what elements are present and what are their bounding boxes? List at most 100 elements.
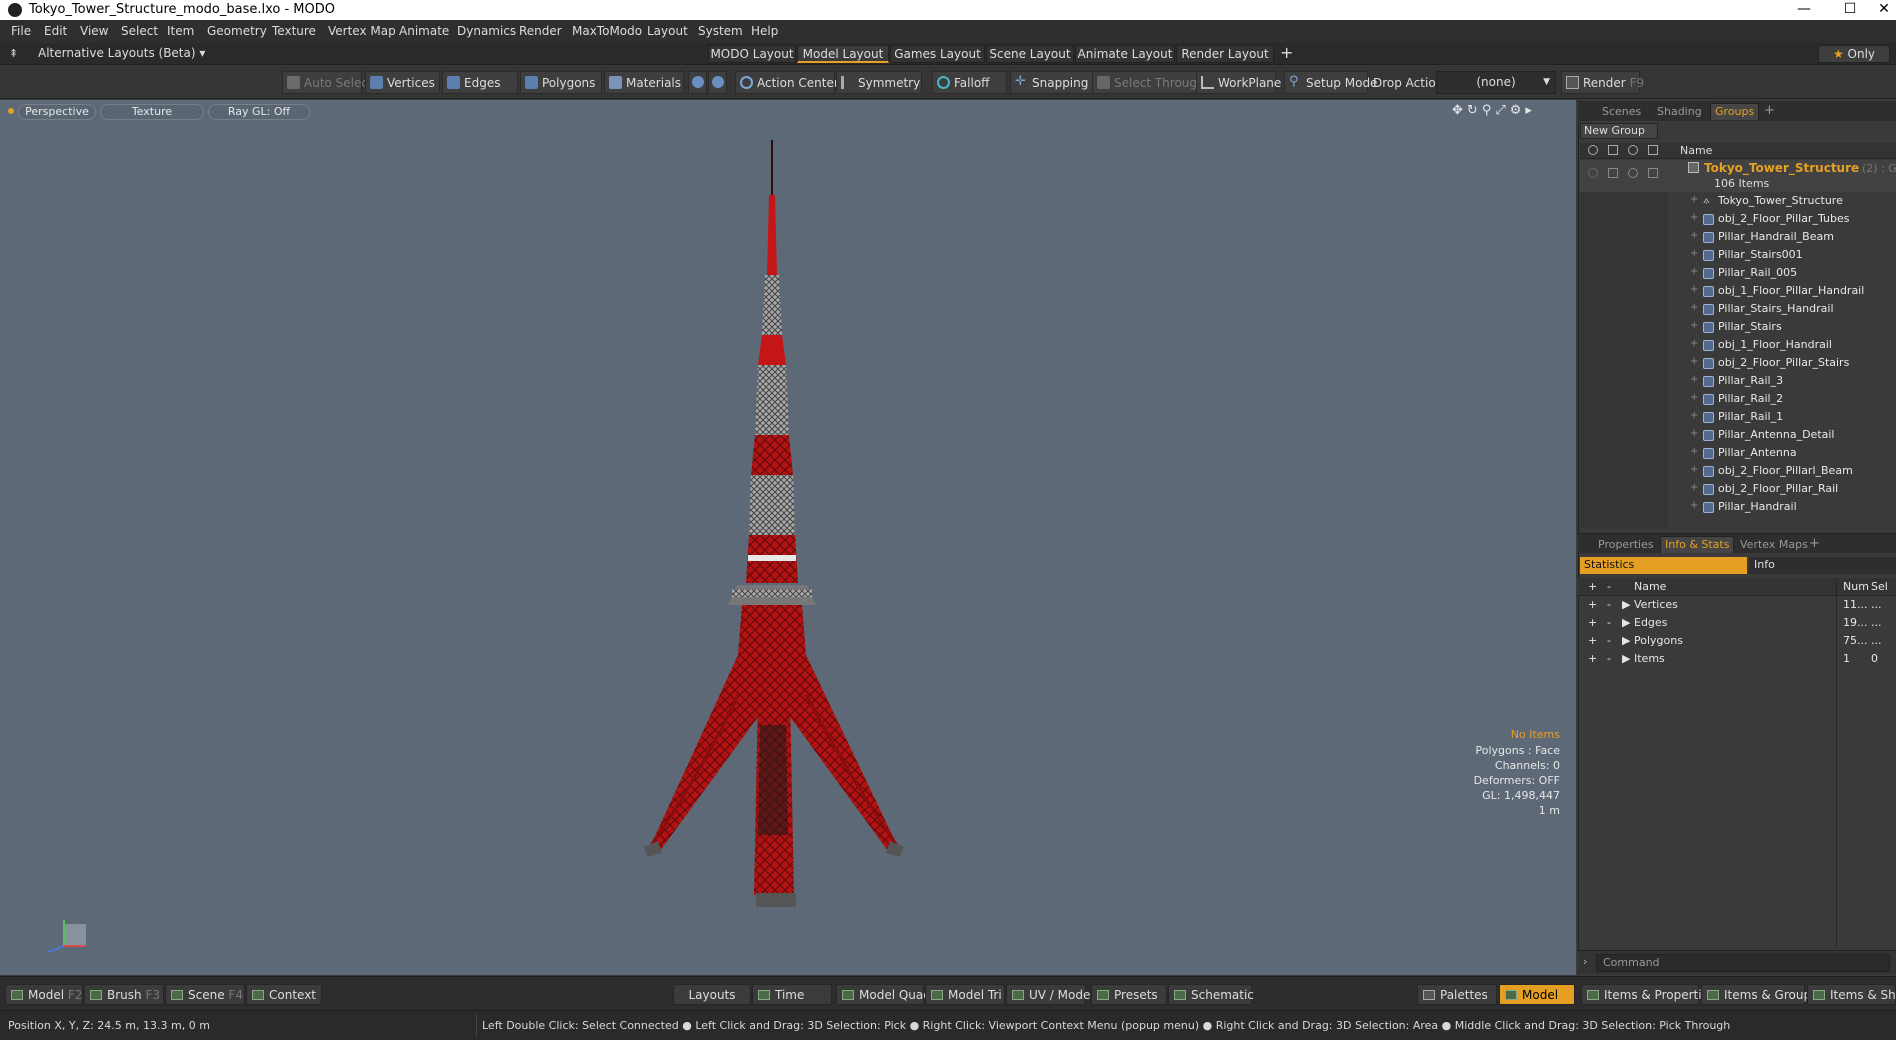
- select-mode-b-button[interactable]: [708, 71, 727, 94]
- group-select-icon[interactable]: [1628, 168, 1638, 178]
- setup-mode-button[interactable]: ⚲ Setup Mode: [1284, 71, 1377, 94]
- menu-render[interactable]: Render: [519, 24, 562, 38]
- stats-row[interactable]: + - ▶ Polygons 75......: [1578, 632, 1896, 650]
- zoom-view-icon[interactable]: ⚲: [1482, 103, 1496, 118]
- menu-animate[interactable]: Animate: [399, 24, 449, 38]
- stats-row[interactable]: + - ▶ Edges 19......: [1578, 614, 1896, 632]
- palettes-button[interactable]: Palettes: [1417, 984, 1497, 1005]
- expand-icon[interactable]: +: [1690, 356, 1698, 367]
- tab-schematic[interactable]: Schematic: [1168, 984, 1254, 1005]
- perspective-button[interactable]: Perspective: [18, 104, 96, 120]
- tab-model-tri[interactable]: Model Tri: [925, 984, 1005, 1005]
- expand-icon[interactable]: +: [1690, 248, 1698, 259]
- remove-stat-icon[interactable]: -: [1607, 616, 1611, 629]
- menu-layout[interactable]: Layout: [647, 24, 688, 38]
- remove-stat-icon[interactable]: -: [1607, 598, 1611, 611]
- menu-select[interactable]: Select: [121, 24, 158, 38]
- add-tab-button[interactable]: +: [1764, 103, 1775, 120]
- tab-properties[interactable]: Properties: [1598, 537, 1654, 554]
- tab-layouts[interactable]: Layouts: [673, 984, 751, 1005]
- group-row[interactable]: Tokyo_Tower_Structure (2) : Gr 106 Items: [1580, 160, 1896, 192]
- collapse-all-icon[interactable]: -: [1607, 580, 1611, 593]
- command-input[interactable]: Command: [1596, 954, 1890, 972]
- tab-items-groups[interactable]: Items & Groups: [1701, 984, 1817, 1005]
- expand-icon[interactable]: +: [1690, 464, 1698, 475]
- rotate-view-icon[interactable]: ↻: [1467, 103, 1482, 118]
- tab-model-active[interactable]: Model: [1499, 984, 1575, 1005]
- menu-view[interactable]: View: [80, 24, 108, 38]
- expand-icon[interactable]: +: [1690, 320, 1698, 331]
- remove-stat-icon[interactable]: -: [1607, 634, 1611, 647]
- tokyo-tower-model[interactable]: [640, 135, 940, 915]
- tab-scene[interactable]: Scene F4: [165, 984, 245, 1005]
- menu-dynamics[interactable]: Dynamics: [457, 24, 516, 38]
- falloff-button[interactable]: Falloff: [932, 71, 1007, 94]
- expand-icon[interactable]: +: [1690, 374, 1698, 385]
- action-center-button[interactable]: Action Center: [735, 71, 839, 94]
- add-props-tab-button[interactable]: +: [1809, 536, 1820, 553]
- fit-view-icon[interactable]: ⤢: [1495, 103, 1509, 118]
- auto-select-button[interactable]: Auto Select: [282, 71, 373, 94]
- lock-column-icon[interactable]: [1608, 145, 1618, 155]
- expand-icon[interactable]: +: [1690, 338, 1698, 349]
- select-mode-a-button[interactable]: [688, 71, 707, 94]
- select-column-icon[interactable]: [1628, 145, 1638, 155]
- add-stat-icon[interactable]: +: [1588, 652, 1597, 665]
- only-toggle[interactable]: ★ Only: [1818, 45, 1890, 63]
- expand-all-icon[interactable]: +: [1588, 580, 1597, 593]
- tab-model-layout[interactable]: Model Layout: [797, 45, 889, 63]
- tab-uv-model[interactable]: UV / Model: [1006, 984, 1094, 1005]
- gear-icon[interactable]: ⚙: [1510, 103, 1526, 118]
- menu-texture[interactable]: Texture: [272, 24, 316, 38]
- minimize-button[interactable]: —: [1781, 0, 1827, 20]
- menu-maxtomodo[interactable]: MaxToModo: [572, 24, 642, 38]
- expand-stat-icon[interactable]: ▶: [1622, 616, 1630, 629]
- symmetry-button[interactable]: Symmetry: [836, 71, 922, 94]
- viewport-options-icon[interactable]: [8, 108, 14, 114]
- drop-action-select[interactable]: (none) ▼: [1436, 71, 1556, 94]
- menu-geometry[interactable]: Geometry: [207, 24, 267, 38]
- subtab-info[interactable]: Info: [1749, 557, 1896, 574]
- menu-system[interactable]: System: [698, 24, 743, 38]
- polygons-button[interactable]: Polygons: [520, 71, 602, 94]
- workplane-button[interactable]: WorkPlane: [1196, 71, 1281, 94]
- add-stat-icon[interactable]: +: [1588, 598, 1597, 611]
- add-layout-button[interactable]: +: [1280, 43, 1293, 62]
- edges-button[interactable]: Edges: [442, 71, 518, 94]
- tab-items-shading[interactable]: Items & Shadi: [1807, 984, 1896, 1005]
- render-column-icon[interactable]: [1648, 145, 1658, 155]
- expand-icon[interactable]: +: [1690, 482, 1698, 493]
- expand-icon[interactable]: +: [1690, 446, 1698, 457]
- tab-items-properties[interactable]: Items & Properties: [1581, 984, 1715, 1005]
- tab-vertex-maps[interactable]: Vertex Maps: [1740, 537, 1808, 554]
- expand-stat-icon[interactable]: ▶: [1622, 634, 1630, 647]
- expand-icon[interactable]: +: [1690, 266, 1698, 277]
- expand-icon[interactable]: +: [1690, 428, 1698, 439]
- move-view-icon[interactable]: ✥: [1452, 103, 1467, 118]
- tab-groups[interactable]: Groups: [1710, 103, 1760, 120]
- tab-scenes[interactable]: Scenes: [1602, 104, 1641, 121]
- texture-button[interactable]: Texture: [100, 104, 204, 120]
- stats-row[interactable]: + - ▶ Items 1 0: [1578, 650, 1896, 668]
- menu-vertex-map[interactable]: Vertex Map: [328, 24, 396, 38]
- eye-column-icon[interactable]: [1588, 145, 1598, 155]
- maximize-button[interactable]: ☐: [1827, 0, 1873, 20]
- new-group-button[interactable]: New Group: [1580, 123, 1658, 139]
- tab-render-layout[interactable]: Render Layout: [1176, 45, 1274, 63]
- expand-icon[interactable]: +: [1690, 284, 1698, 295]
- subtab-statistics[interactable]: Statistics: [1580, 557, 1747, 574]
- select-through-button[interactable]: Select Through: [1092, 71, 1205, 94]
- raygl-button[interactable]: Ray GL: Off: [208, 104, 310, 120]
- expand-arrow-icon[interactable]: ▸: [1525, 103, 1536, 118]
- tab-time[interactable]: Time: [752, 984, 832, 1005]
- tab-model-quad[interactable]: Model Quad: [836, 984, 931, 1005]
- expand-icon[interactable]: +: [1690, 302, 1698, 313]
- add-stat-icon[interactable]: +: [1588, 634, 1597, 647]
- menu-file[interactable]: File: [11, 24, 31, 38]
- tab-context[interactable]: Context: [246, 984, 322, 1005]
- tab-scene-layout[interactable]: Scene Layout: [986, 45, 1074, 63]
- stats-row[interactable]: + - ▶ Vertices 11......: [1578, 596, 1896, 614]
- expand-icon[interactable]: +: [1690, 212, 1698, 223]
- render-button[interactable]: Render F9: [1561, 71, 1644, 94]
- materials-button[interactable]: Materials: [604, 71, 684, 94]
